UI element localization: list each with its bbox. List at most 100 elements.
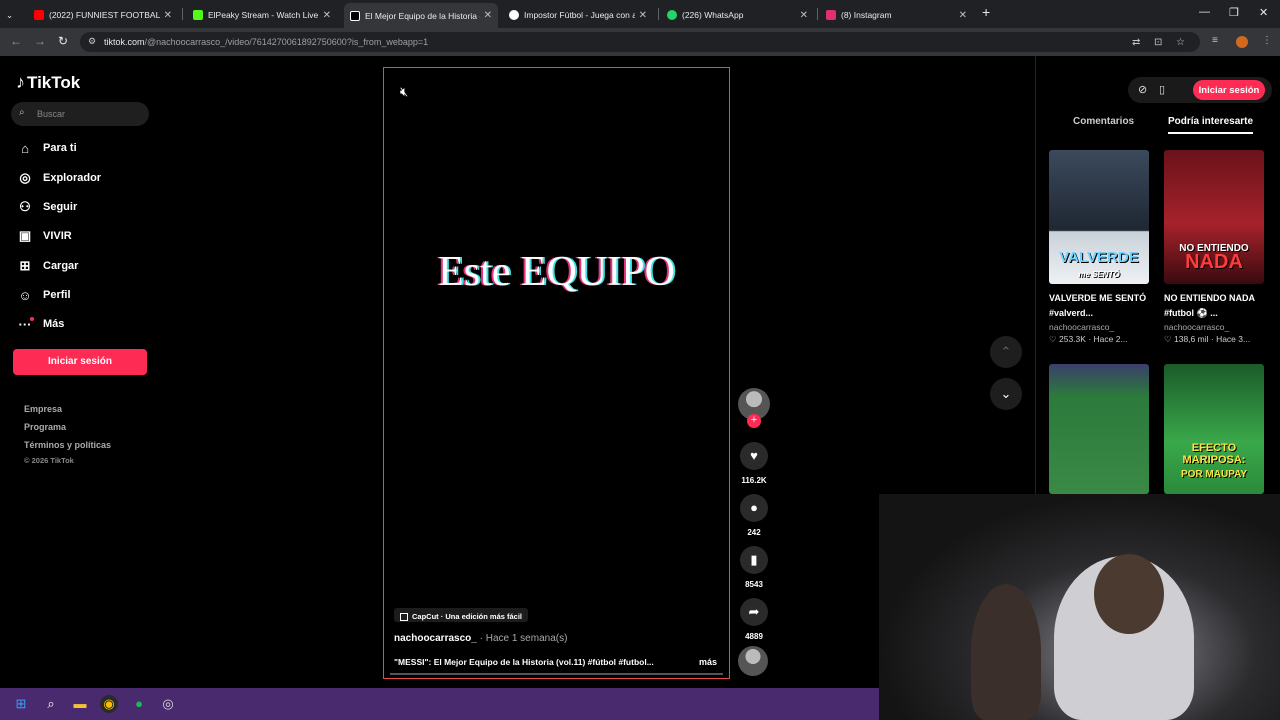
maximize-icon[interactable]: ❐	[1229, 6, 1239, 19]
whatsapp-icon	[667, 10, 677, 20]
comment-button[interactable]: ●	[740, 494, 768, 522]
tiktok-logo[interactable]: ♪ TikTok	[16, 72, 80, 93]
file-explorer-icon[interactable]: ▬	[71, 695, 89, 713]
card-title: VALVERDE ME SENTÓ #valverd...	[1049, 293, 1147, 318]
login-button-top[interactable]: Iniciar sesión	[1193, 80, 1265, 100]
browser-tab[interactable]: (2022) FUNNIEST FOOTBALL M... ✕	[28, 4, 178, 26]
more-icon: ···	[16, 316, 34, 332]
sound-disc-icon[interactable]	[738, 646, 768, 676]
recommended-card[interactable]	[1049, 364, 1149, 494]
header-actions: ⊘ ▯ Iniciar sesión	[1128, 77, 1272, 103]
obs-icon[interactable]: ◎	[159, 695, 177, 713]
more-link[interactable]: más	[699, 657, 717, 667]
capcut-badge[interactable]: CapCut · Una edición más fácil	[394, 608, 529, 622]
reload-icon[interactable]: ↻	[58, 34, 68, 48]
close-icon[interactable]: ✕	[164, 10, 172, 21]
windows-start-icon[interactable]: ⊞	[12, 695, 30, 713]
video-thumbnail[interactable]: EFECTO MARIPOSA: POR MAUPAY	[1164, 364, 1264, 494]
spotify-icon[interactable]: ●	[130, 695, 148, 713]
close-icon[interactable]: ✕	[639, 10, 647, 21]
nav-label: Para ti	[43, 142, 77, 154]
browser-tab[interactable]: Impostor Fútbol - Juega con ar... ✕	[503, 4, 653, 26]
save-button[interactable]: ▮	[740, 546, 768, 574]
tab-comentarios[interactable]: Comentarios	[1073, 116, 1134, 127]
close-icon[interactable]: ✕	[800, 10, 808, 21]
browser-tab-active[interactable]: El Mejor Equipo de la Historia (... ✕	[344, 3, 498, 28]
thumbnail-subtext: NADA	[1185, 251, 1243, 273]
recommended-card[interactable]: VALVERDE me SENTÓ VALVERDE ME SENTÓ #val…	[1049, 150, 1149, 345]
menu-kebab-icon[interactable]: ⋮	[1262, 35, 1272, 46]
scroll-down-button[interactable]: ⌄	[990, 378, 1022, 410]
video-thumbnail[interactable]: NO ENTIENDO NADA	[1164, 150, 1264, 284]
scroll-up-button[interactable]: ⌃	[990, 336, 1022, 368]
nav-item-mas[interactable]: ··· Más	[16, 314, 64, 334]
search-icon[interactable]: ⌕	[42, 695, 60, 713]
nav-label: Explorador	[43, 172, 102, 184]
tab-title: El Mejor Equipo de la Historia (...	[365, 10, 480, 21]
video-progress-bar[interactable]	[390, 673, 723, 675]
footer-link-terminos[interactable]: Términos y políticas	[24, 440, 111, 450]
browser-tab[interactable]: (226) WhatsApp ✕	[661, 4, 814, 26]
close-icon[interactable]: ✕	[323, 10, 331, 21]
url-bar[interactable]: ⚙ tiktok.com/@nachoocarrasco_/video/7614…	[80, 32, 1200, 52]
copyright: © 2026 TikTok	[24, 456, 74, 465]
footer-link-empresa[interactable]: Empresa	[24, 404, 62, 414]
tab-search-button[interactable]: ⌄	[0, 4, 26, 26]
browser-tab[interactable]: (8) Instagram ✕	[820, 4, 973, 26]
compass-icon[interactable]: ⊘	[1138, 83, 1147, 96]
close-icon[interactable]: ✕	[484, 10, 492, 21]
save-count: 8543	[745, 580, 763, 589]
video-thumbnail[interactable]	[1049, 364, 1149, 494]
tab-podria-interesarte[interactable]: Podría interesarte	[1168, 116, 1254, 134]
nav-item-vivir[interactable]: ▣ VIVIR	[16, 226, 72, 246]
translate-icon[interactable]: ⇄	[1132, 37, 1140, 48]
url-domain: tiktok.com	[104, 37, 145, 47]
thumbnail-text: VALVERDE	[1059, 249, 1139, 266]
site-info-icon[interactable]: ⚙	[88, 36, 96, 47]
new-tab-button[interactable]: +	[982, 4, 990, 20]
webcam-overlay	[879, 494, 1280, 720]
media-controls-icon[interactable]: ≡	[1212, 35, 1218, 46]
thumbnail-subtext: POR MAUPAY	[1180, 469, 1248, 480]
capcut-icon	[400, 612, 408, 621]
nav-label: Seguir	[43, 201, 78, 213]
kick-icon	[193, 10, 203, 20]
login-button[interactable]: Iniciar sesión	[13, 349, 147, 375]
close-window-icon[interactable]: ✕	[1259, 6, 1268, 19]
card-title: NO ENTIENDO NADA #futbol ⚽ ...	[1164, 293, 1255, 318]
video-player[interactable]: 🔇︎ Este EQUIPO CapCut · Una edición más …	[383, 67, 730, 679]
phone-icon[interactable]: ▯	[1159, 83, 1165, 96]
recommended-card[interactable]: EFECTO MARIPOSA: POR MAUPAY	[1164, 364, 1264, 494]
chrome-icon[interactable]: ◉	[100, 695, 118, 713]
card-ago: Hace 2...	[1093, 334, 1128, 344]
share-button[interactable]: ➦	[740, 598, 768, 626]
browser-tab[interactable]: ElPeaky Stream - Watch Live on... ✕	[187, 4, 337, 26]
comment-icon: ●	[750, 500, 758, 515]
video-thumbnail[interactable]: VALVERDE me SENTÓ	[1049, 150, 1149, 284]
back-icon[interactable]: ←	[10, 34, 22, 48]
comment-count: 242	[747, 528, 761, 537]
nav-item-perfil[interactable]: ☺ Perfil	[16, 285, 70, 305]
bookmark-star-icon[interactable]: ☆	[1176, 37, 1185, 48]
instagram-icon	[826, 10, 836, 20]
tab-title: (2022) FUNNIEST FOOTBALL M...	[49, 10, 160, 20]
forward-icon[interactable]: →	[34, 34, 46, 48]
nav-item-explorador[interactable]: ◎ Explorador	[16, 168, 101, 188]
close-icon[interactable]: ✕	[959, 10, 967, 21]
mute-icon[interactable]: 🔇︎	[400, 84, 408, 100]
nav-item-cargar[interactable]: ⊞ Cargar	[16, 256, 79, 276]
minimize-icon[interactable]: —	[1199, 6, 1210, 18]
youtube-icon	[34, 10, 44, 20]
profile-avatar-icon[interactable]	[1236, 36, 1248, 48]
video-caption: "MESSI": El Mejor Equipo de la Historia …	[394, 657, 654, 667]
follow-plus-icon[interactable]: +	[747, 414, 761, 428]
like-button[interactable]: ♥	[740, 442, 768, 470]
thumbnail-text: EFECTO MARIPOSA:	[1182, 442, 1246, 466]
search-input[interactable]: ⌕ Buscar	[11, 102, 149, 126]
video-author[interactable]: nachoocarrasco_ · Hace 1 semana(s)	[394, 633, 567, 644]
install-icon[interactable]: ⊡	[1154, 37, 1162, 48]
nav-item-seguir[interactable]: ⚇ Seguir	[16, 197, 77, 217]
recommended-card[interactable]: NO ENTIENDO NADA NO ENTIENDO NADA #futbo…	[1164, 150, 1264, 345]
nav-item-para-ti[interactable]: ⌂ Para ti	[16, 138, 77, 158]
footer-link-programa[interactable]: Programa	[24, 422, 66, 432]
